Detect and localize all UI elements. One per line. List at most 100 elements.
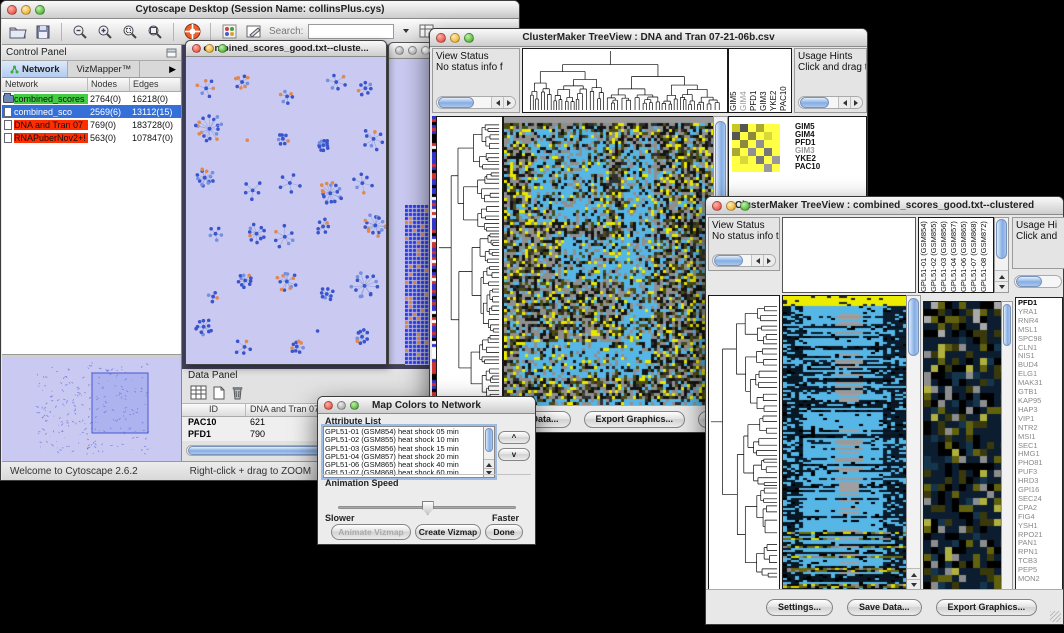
vizmapper-icon[interactable]: [219, 22, 239, 41]
float-panel-icon[interactable]: [166, 48, 177, 58]
close-button[interactable]: [395, 46, 404, 55]
row-dendrogram[interactable]: [708, 295, 780, 591]
zoom-out-icon[interactable]: [70, 22, 90, 41]
scroll-down-icon[interactable]: [995, 281, 1008, 292]
column-labels: GIM5GIM4PFD1GIM3YKE2PAC10: [728, 48, 792, 113]
zoom-in-icon[interactable]: [95, 22, 115, 41]
zoom-fit-icon[interactable]: [145, 22, 165, 41]
attribute-list-item[interactable]: GPL51-07 (GSM868) heat shock 60 min: [325, 469, 482, 476]
treeview2-titlebar[interactable]: ClusterMaker TreeView : combined_scores_…: [706, 197, 1063, 215]
row-dendrogram[interactable]: [436, 116, 503, 408]
network-row[interactable]: combined_sco2569(6)13112(15): [2, 105, 181, 118]
animate-vizmap-button[interactable]: Animate Vizmap: [331, 524, 411, 540]
close-button[interactable]: [7, 5, 17, 15]
close-button[interactable]: [192, 44, 201, 53]
scroll-left-icon[interactable]: [751, 255, 763, 266]
net-win1-titlebar[interactable]: combined_scores_good.txt--cluste...: [186, 41, 386, 57]
col-nodes[interactable]: Nodes: [88, 78, 130, 91]
birdseye-view[interactable]: [2, 355, 181, 463]
network-list: combined_scores2764(0)16218(0)combined_s…: [2, 92, 181, 144]
view-status-hscrollbar[interactable]: [436, 96, 516, 109]
data-col-id[interactable]: ID: [182, 404, 246, 416]
zoom-button[interactable]: [218, 44, 227, 53]
search-dropdown-icon[interactable]: [399, 22, 412, 41]
tab-vizmapper[interactable]: VizMapper™: [68, 61, 140, 77]
network-row[interactable]: combined_scores2764(0)16218(0): [2, 92, 181, 105]
delete-attribute-icon[interactable]: [231, 385, 244, 400]
done-button[interactable]: Done: [485, 524, 523, 540]
usage-hints-hscrollbar[interactable]: [798, 96, 863, 109]
network-name: RNAPuberNov2+!: [14, 133, 88, 143]
heatmap-canvas[interactable]: [503, 116, 715, 410]
treeview1-titlebar[interactable]: ClusterMaker TreeView : DNA and Tran 07-…: [430, 29, 867, 47]
scroll-right-icon[interactable]: [763, 255, 775, 266]
resize-grip[interactable]: [1050, 611, 1061, 622]
create-vizmap-button[interactable]: Create Vizmap: [415, 524, 481, 540]
zoom-button[interactable]: [464, 33, 474, 43]
zoom-heatmap-vscrollbar[interactable]: [1001, 301, 1013, 591]
birdseye-viewport-rect[interactable]: [92, 373, 148, 433]
search-input[interactable]: [308, 24, 394, 39]
minimize-button[interactable]: [205, 44, 214, 53]
select-attributes-icon[interactable]: [190, 385, 207, 400]
annotation-icon[interactable]: [244, 22, 264, 41]
move-down-button[interactable]: v: [498, 448, 530, 461]
settings--button[interactable]: Settings...: [766, 599, 833, 616]
help-lifering-icon[interactable]: [182, 22, 202, 41]
scroll-left-icon[interactable]: [491, 97, 503, 108]
minimize-button[interactable]: [408, 46, 417, 55]
column-dendrogram[interactable]: [522, 48, 728, 113]
heatmap-canvas[interactable]: [782, 295, 908, 593]
move-up-button[interactable]: ^: [498, 431, 530, 444]
export-graphics--button[interactable]: Export Graphics...: [936, 599, 1038, 616]
scroll-down-icon[interactable]: [484, 468, 494, 477]
column-dendrogram[interactable]: [782, 217, 916, 293]
close-button[interactable]: [712, 201, 722, 211]
column-labels-vscrollbar[interactable]: [994, 217, 1009, 293]
zoom-button[interactable]: [421, 46, 430, 55]
close-button[interactable]: [324, 401, 333, 410]
tab-overflow-arrow[interactable]: ▶: [164, 61, 181, 77]
scroll-up-icon[interactable]: [484, 459, 494, 468]
scroll-left-icon[interactable]: [838, 97, 850, 108]
zoom-selected-icon[interactable]: [120, 22, 140, 41]
attribute-list-vscrollbar[interactable]: [483, 427, 494, 477]
col-edges[interactable]: Edges: [130, 78, 181, 91]
attribute-listbox[interactable]: GPL51-01 (GSM854) heat shock 05 minGPL51…: [323, 426, 495, 478]
close-button[interactable]: [436, 33, 446, 43]
dialog-titlebar[interactable]: Map Colors to Network: [318, 397, 535, 414]
usage-hints-hscrollbar[interactable]: [1014, 275, 1062, 288]
save-data--button[interactable]: Save Data...: [847, 599, 922, 616]
scroll-right-icon[interactable]: [503, 97, 515, 108]
animation-speed-slider[interactable]: [338, 506, 516, 509]
network-row[interactable]: DNA and Tran 07769(0)183728(0): [2, 118, 181, 131]
column-label: GPL51-06 (GSM865): [959, 220, 969, 292]
scroll-up-icon[interactable]: [907, 568, 920, 579]
network-nodes: 2569(6): [88, 107, 130, 117]
view-status-hscrollbar[interactable]: [712, 254, 776, 267]
main-titlebar[interactable]: Cytoscape Desktop (Session Name: collins…: [1, 1, 519, 19]
minimize-button[interactable]: [337, 401, 346, 410]
attribute-list-label: Attribute List: [325, 416, 381, 426]
scroll-up-icon[interactable]: [995, 270, 1008, 281]
minimize-button[interactable]: [450, 33, 460, 43]
open-folder-icon[interactable]: [8, 22, 28, 41]
zoom-heatmap-canvas[interactable]: [923, 301, 1003, 593]
col-network[interactable]: Network: [2, 78, 88, 91]
new-attribute-icon[interactable]: [213, 386, 225, 400]
save-icon[interactable]: [33, 22, 53, 41]
similarity-matrix-thumbnail[interactable]: [732, 124, 780, 172]
zoom-button[interactable]: [350, 401, 359, 410]
zoom-button[interactable]: [740, 201, 750, 211]
network-name: DNA and Tran 07: [14, 120, 88, 130]
tab-network[interactable]: Network: [2, 61, 68, 77]
minimize-button[interactable]: [21, 5, 31, 15]
slider-thumb[interactable]: [422, 501, 434, 515]
network-graph-canvas[interactable]: [186, 57, 386, 364]
network-row[interactable]: RNAPuberNov2+!563(0)107847(0): [2, 131, 181, 144]
minimize-button[interactable]: [726, 201, 736, 211]
zoom-button[interactable]: [35, 5, 45, 15]
heatmap-vscrollbar[interactable]: [906, 295, 921, 591]
export-graphics--button[interactable]: Export Graphics...: [584, 411, 686, 428]
scroll-right-icon[interactable]: [850, 97, 862, 108]
